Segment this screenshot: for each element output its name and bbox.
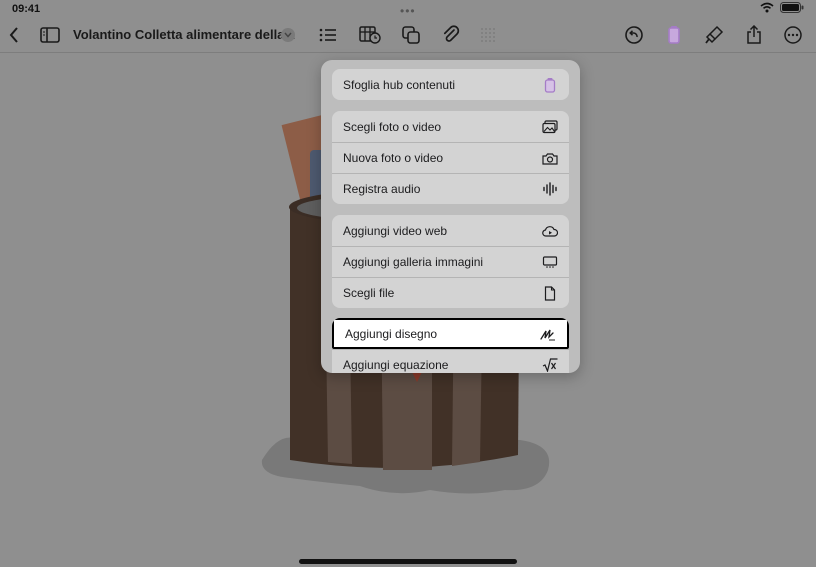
menu-item-add-image-gallery[interactable]: Aggiungi galleria immagini xyxy=(332,246,569,277)
undo-button[interactable] xyxy=(622,23,646,47)
menu-item-label: Aggiungi video web xyxy=(343,223,448,238)
share-button[interactable] xyxy=(742,23,766,47)
menu-item-record-audio[interactable]: Registra audio xyxy=(332,173,569,204)
menu-item-add-drawing[interactable]: Aggiungi disegno xyxy=(332,318,569,349)
system-indicators xyxy=(760,2,804,13)
content-hub-icon xyxy=(668,26,680,44)
square-root-icon xyxy=(542,357,558,373)
sidebar-icon xyxy=(40,27,60,43)
format-button[interactable] xyxy=(702,23,726,47)
table-button[interactable] xyxy=(358,23,382,47)
content-hub-icon xyxy=(542,77,558,93)
photo-library-icon xyxy=(542,119,558,135)
toolbar: Volantino Colletta alimentare della... xyxy=(0,18,816,53)
menu-item-add-web-video[interactable]: Aggiungi video web xyxy=(332,215,569,246)
shapes-icon xyxy=(402,26,420,44)
camera-icon xyxy=(542,150,558,166)
menu-item-browse-content-hub[interactable]: Sfoglia hub contenuti xyxy=(332,69,569,100)
menu-item-label: Aggiungi galleria immagini xyxy=(343,255,484,269)
wifi-icon xyxy=(760,2,774,13)
list-button[interactable] xyxy=(316,23,340,47)
gallery-icon xyxy=(542,254,558,270)
menu-item-choose-photo-video[interactable]: Scegli foto o video xyxy=(332,111,569,142)
cloud-play-icon xyxy=(542,223,558,239)
more-icon xyxy=(784,26,802,44)
status-time: 09:41 xyxy=(12,3,41,15)
menu-item-label: Registra audio xyxy=(343,182,421,196)
paperclip-icon xyxy=(443,25,460,42)
undo-icon xyxy=(625,26,643,44)
document-title[interactable]: Volantino Colletta alimentare della... xyxy=(73,27,295,42)
title-menu-button[interactable] xyxy=(281,28,295,42)
menu-item-label: Scegli foto o video xyxy=(343,119,442,134)
menu-item-choose-file[interactable]: Scegli file xyxy=(332,277,569,308)
more-button[interactable] xyxy=(781,23,805,47)
waveform-icon xyxy=(542,181,558,197)
chevron-down-icon xyxy=(284,32,292,38)
menu-group-content-hub: Sfoglia hub contenuti xyxy=(332,69,569,100)
shapes-button[interactable] xyxy=(399,23,423,47)
menu-item-label: Scegli file xyxy=(343,286,395,300)
paintbrush-icon xyxy=(705,25,724,44)
document-icon xyxy=(542,285,558,301)
chevron-left-icon xyxy=(9,27,18,43)
home-indicator[interactable] xyxy=(299,559,517,564)
multitasking-dots-icon[interactable]: ••• xyxy=(400,4,416,18)
sidebar-button[interactable] xyxy=(38,23,62,47)
content-hub-button[interactable] xyxy=(662,23,686,47)
insert-media-menu: Sfoglia hub contenuti Scegli foto o vide… xyxy=(321,60,580,373)
menu-item-label: Aggiungi equazione xyxy=(343,358,449,372)
menu-group-media: Aggiungi video web Aggiungi galleria imm… xyxy=(332,215,569,308)
share-icon xyxy=(747,25,761,44)
menu-item-label: Sfoglia hub contenuti xyxy=(343,77,456,92)
menu-item-add-equation[interactable]: Aggiungi equazione xyxy=(332,349,569,373)
menu-group-drawing: Aggiungi disegno Aggiungi equazione xyxy=(332,318,569,373)
grid-button[interactable] xyxy=(476,23,500,47)
menu-item-new-photo-video[interactable]: Nuova foto o video xyxy=(332,142,569,173)
menu-item-label: Aggiungi disegno xyxy=(345,326,438,341)
back-button[interactable] xyxy=(2,23,26,47)
scribble-icon xyxy=(540,326,556,342)
attachment-button[interactable] xyxy=(439,23,463,47)
dotted-grid-icon xyxy=(481,28,495,42)
menu-group-photos: Scegli foto o video Nuova foto o video R… xyxy=(332,111,569,204)
list-icon xyxy=(319,28,336,42)
status-bar: 09:41 ••• xyxy=(0,0,816,18)
battery-icon xyxy=(780,2,804,13)
menu-item-label: Nuova foto o video xyxy=(343,151,444,165)
table-clock-icon xyxy=(359,26,381,44)
